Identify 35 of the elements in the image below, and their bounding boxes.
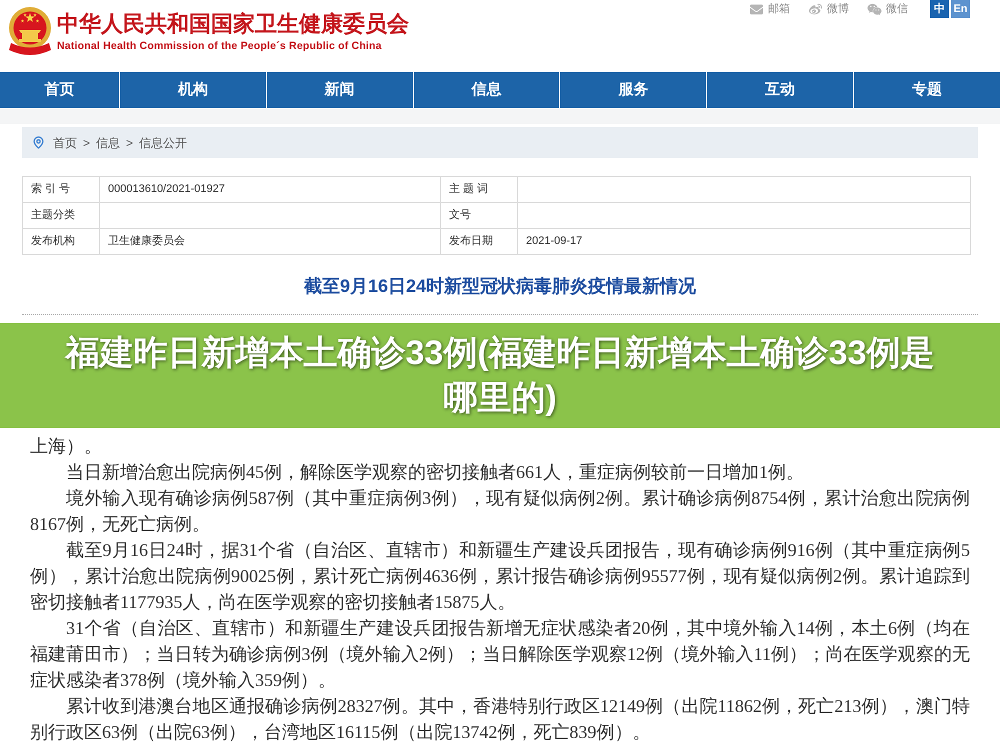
header-link[interactable]: 微信 [867, 2, 908, 16]
location-pin-icon [32, 135, 45, 150]
field-value: 卫生健康委员会 [108, 235, 185, 248]
field-label: 主题分类 [31, 209, 75, 222]
headline-text: 福建昨日新增本土确诊33例(福建昨日新增本土确诊33例是哪里的) [64, 332, 936, 418]
field-value: 000013610/2021-01927 [108, 183, 225, 196]
header-link[interactable]: 邮箱 [749, 2, 790, 16]
body-paragraph: 当日新增治愈出院病例45例，解除医学观察的密切接触者661人，重症病例较前一日增加1例。 [65, 461, 805, 484]
field-value: 2021-09-17 [526, 235, 582, 248]
breadcrumb-link[interactable]: 信息 [96, 134, 120, 152]
nav-link[interactable]: 首页 [0, 72, 119, 108]
breadcrumb-separator: > [126, 134, 134, 152]
site-subtitle: National Health Commission of the People´s Republic of China [57, 40, 383, 53]
field-label: 发布机构 [31, 235, 75, 248]
mail-icon [749, 2, 764, 16]
body-paragraph: 上海）。 [30, 435, 103, 458]
body-paragraph: 31个省（自治区、直辖市）和新疆生产建设兵团报告新增无症状感染者20例，其中境外输入14例，本土6例（均在福建莆田市）；当日转为确诊病例3例（境外输入2例）；当日解除医学观察12例（境外输入11例）；尚在医学观察的无症状感染者378例（境外输入359例）。 [30, 617, 970, 692]
field-label: 主 题 词 [449, 183, 488, 196]
body-paragraph: 累计收到港澳台地区通报确诊病例28327例。其中，香港特别行政区12149例（出院11862例，死亡213例），澳门特别行政区63例（出院63例），台湾地区16115例（出院13742例，死亡839例）。 [30, 695, 970, 744]
language-option[interactable]: 中 [930, 0, 949, 18]
body-paragraph: 截至9月16日24时，据31个省（自治区、直辖市）和新疆生产建设兵团报告，现有确诊病例916例（其中重症病例5例），累计治愈出院病例90025例，累计死亡病例4636例，累计报告确诊病例95577例，现有疑似病例2例。累计追踪到密切接触者1177935人，尚在医学观察的密切接触者15875人。 [30, 539, 970, 614]
field-label: 发布日期 [449, 235, 493, 248]
breadcrumb-separator: > [83, 134, 90, 152]
chat-bubbles-icon [867, 2, 882, 16]
field-label: 索 引 号 [31, 183, 70, 196]
header-link[interactable]: 微博 [808, 2, 849, 16]
body-paragraph: 境外输入现有确诊病例587例（其中重症病例3例），现有疑似病例2例。累计确诊病例8754例，累计治愈出院病例8167例，无死亡病例。 [30, 487, 970, 536]
language-option[interactable]: En [951, 0, 970, 18]
article-title: 截至9月16日24时新型冠状病毒肺炎疫情最新情况 [302, 275, 698, 298]
emblem-icon [8, 6, 52, 56]
weibo-icon [808, 2, 823, 16]
field-label: 文号 [449, 209, 471, 222]
breadcrumb-link[interactable]: 信息公开 [139, 134, 188, 152]
breadcrumb-link[interactable]: 首页 [53, 134, 77, 152]
site-title: 中华人民共和国国家卫生健康委员会 [57, 10, 409, 37]
